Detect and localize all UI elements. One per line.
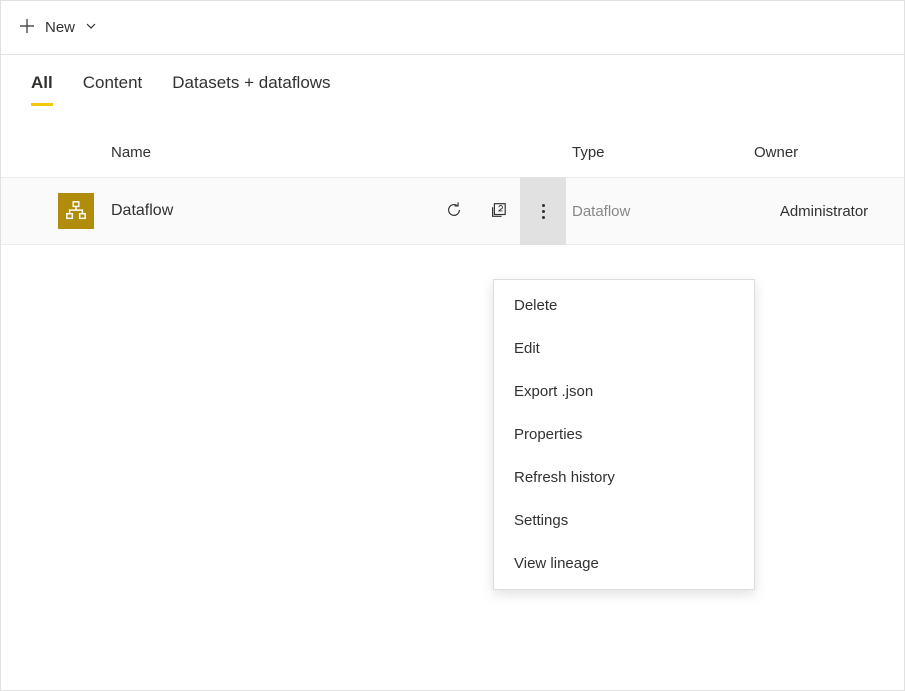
menu-edit[interactable]: Edit [494, 327, 754, 370]
more-options-button[interactable] [520, 177, 566, 245]
table-row[interactable]: Dataflow Dataflow [1, 177, 904, 245]
row-name: Dataflow [111, 202, 432, 220]
tab-content[interactable]: Content [83, 73, 143, 106]
new-button[interactable]: New [15, 12, 101, 44]
tabs: All Content Datasets + dataflows [1, 55, 904, 106]
row-type: Dataflow [572, 203, 754, 220]
header-name: Name [111, 144, 432, 161]
schedule-refresh-button[interactable] [476, 177, 520, 245]
header-owner: Owner [754, 144, 904, 161]
tab-datasets-dataflows[interactable]: Datasets + dataflows [172, 73, 330, 106]
dataflow-icon [58, 193, 94, 229]
refresh-button[interactable] [432, 177, 476, 245]
plus-icon [19, 18, 35, 38]
more-icon [542, 204, 545, 219]
table-header: Name Type Owner [1, 106, 904, 177]
new-label: New [45, 19, 75, 36]
menu-settings[interactable]: Settings [494, 499, 754, 542]
menu-export-json[interactable]: Export .json [494, 370, 754, 413]
tab-all[interactable]: All [31, 73, 53, 106]
refresh-icon [445, 201, 463, 222]
context-menu: Delete Edit Export .json Properties Refr… [493, 279, 755, 590]
schedule-icon [489, 201, 507, 222]
chevron-down-icon [85, 19, 97, 36]
row-owner: Administrator [754, 203, 904, 220]
menu-delete[interactable]: Delete [494, 284, 754, 327]
menu-view-lineage[interactable]: View lineage [494, 542, 754, 585]
menu-refresh-history[interactable]: Refresh history [494, 456, 754, 499]
toolbar: New [1, 1, 904, 55]
menu-properties[interactable]: Properties [494, 413, 754, 456]
header-type: Type [572, 144, 754, 161]
